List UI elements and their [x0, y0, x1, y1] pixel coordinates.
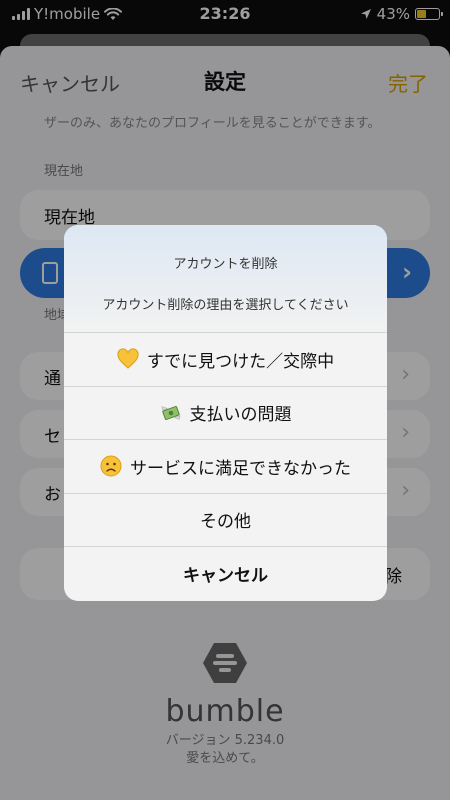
reason-other-button[interactable]: その他	[64, 494, 387, 547]
reason-found-someone-button[interactable]: すでに見つけた／交際中	[64, 333, 387, 387]
reason-other-label: その他	[200, 512, 251, 533]
yellow-heart-icon	[117, 348, 139, 369]
action-sheet-cancel-button[interactable]: キャンセル	[64, 547, 387, 601]
delete-account-action-sheet: アカウントを削除 アカウント削除の理由を選択してください すでに見つけた／交際中…	[64, 225, 387, 601]
reason-dissatisfied-button[interactable]: サービスに満足できなかった	[64, 440, 387, 494]
reason-payment-issue-button[interactable]: 支払いの問題	[64, 387, 387, 440]
reason-dissatisfied-label: サービスに満足できなかった	[130, 458, 351, 479]
action-sheet-header: アカウントを削除 アカウント削除の理由を選択してください	[64, 225, 387, 333]
action-sheet-cancel-label: キャンセル	[183, 566, 268, 587]
money-with-wings-icon	[161, 405, 180, 420]
reason-found-someone-label: すでに見つけた／交際中	[146, 351, 335, 372]
frowning-face-icon	[100, 455, 122, 477]
action-sheet-title: アカウントを削除	[173, 257, 278, 272]
reason-payment-issue-label: 支払いの問題	[189, 405, 292, 426]
action-sheet-message: アカウント削除の理由を選択してください	[102, 298, 349, 313]
